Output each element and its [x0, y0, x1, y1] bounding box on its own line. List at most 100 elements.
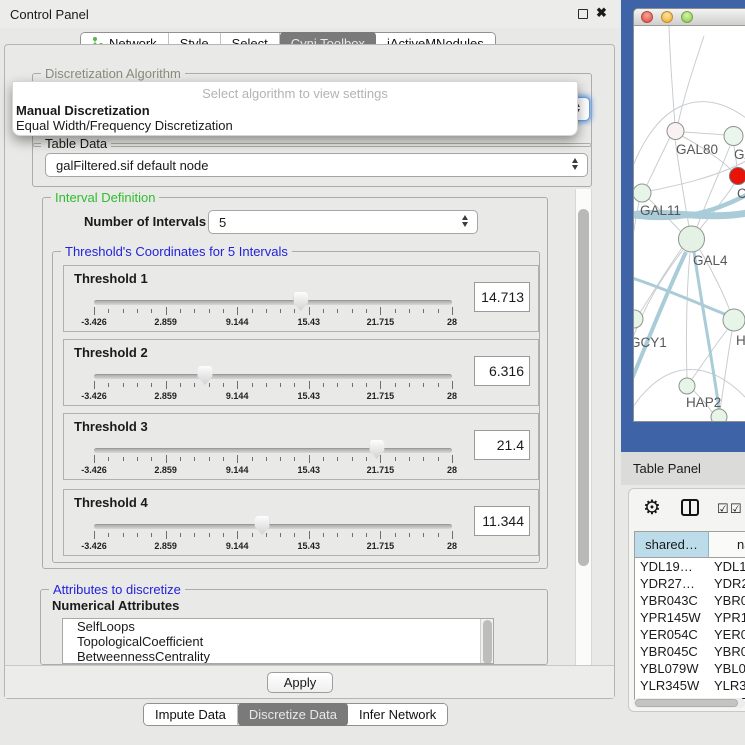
tick-mark — [280, 457, 281, 461]
network-node[interactable] — [679, 226, 705, 252]
scrollbar-thumb[interactable] — [635, 699, 738, 707]
network-edge[interactable] — [647, 137, 670, 185]
table-horizontal-scrollbar[interactable] — [633, 698, 745, 708]
tick-mark — [123, 383, 124, 387]
table-cell[interactable]: YPR14 — [709, 609, 745, 626]
split-view-icon[interactable] — [681, 499, 699, 516]
table-cell[interactable]: YDL19 — [709, 558, 745, 575]
tab-label: Impute Data — [155, 704, 226, 725]
table-data-combobox[interactable]: galFiltered.sif default node — [45, 153, 588, 177]
table-cell[interactable]: YBL07 — [709, 660, 745, 677]
network-edge[interactable] — [678, 36, 704, 124]
tick-label: 28 — [447, 465, 457, 475]
tab-infer-network[interactable]: Infer Network — [348, 704, 447, 725]
threshold-2-value-field[interactable]: 6.316 — [474, 356, 530, 386]
column-header-name[interactable]: na — [709, 532, 745, 557]
threshold-3-value-field[interactable]: 21.4 — [474, 430, 530, 460]
threshold-3-slider[interactable]: -3.4262.8599.14415.4321.71528 — [94, 438, 452, 478]
network-edge[interactable] — [669, 26, 675, 124]
minimize-traffic-light-icon[interactable] — [661, 11, 673, 23]
network-canvas[interactable]: GAL80GACGAL11GAL4GCY1HHAP2 — [634, 26, 745, 422]
table-cell[interactable]: YBR045C — [635, 643, 709, 660]
network-node[interactable] — [711, 409, 727, 422]
number-of-intervals-combobox[interactable]: 5 — [208, 210, 478, 234]
tick-label: 15.43 — [298, 541, 321, 551]
scrollbar-thumb[interactable] — [578, 209, 589, 566]
network-edge-highlighted[interactable] — [694, 252, 719, 409]
network-node[interactable] — [667, 123, 684, 140]
close-traffic-light-icon[interactable] — [641, 11, 653, 23]
tick-mark — [252, 309, 253, 313]
slider-track[interactable] — [94, 374, 452, 379]
column-header-shared-name[interactable]: shared… — [635, 532, 709, 557]
tick-mark — [452, 455, 453, 463]
tick-mark — [323, 533, 324, 537]
network-edge-highlighted[interactable] — [634, 276, 727, 315]
table-cell[interactable]: YDR27… — [635, 575, 709, 592]
network-edge[interactable] — [683, 132, 725, 135]
attribute-list-item[interactable]: TopologicalCoefficient — [63, 634, 493, 649]
tick-mark — [151, 383, 152, 387]
table-cell[interactable]: YER05 — [709, 626, 745, 643]
table-row[interactable]: YLR345WYLR34 — [635, 677, 745, 694]
table-row[interactable]: YBL079WYBL07 — [635, 660, 745, 677]
tick-mark — [252, 457, 253, 461]
threshold-label: Threshold 1 — [74, 271, 148, 286]
checkbox-icon[interactable]: ☑ — [717, 501, 729, 517]
zoom-traffic-light-icon[interactable] — [681, 11, 693, 23]
network-edge[interactable] — [720, 331, 732, 410]
table-header-row: shared… na — [635, 532, 745, 558]
threshold-4-slider[interactable]: -3.4262.8599.14415.4321.71528 — [94, 514, 452, 554]
table-cell[interactable]: YPR145W — [635, 609, 709, 626]
slider-track[interactable] — [94, 300, 452, 305]
network-view-window[interactable]: GAL80GACGAL11GAL4GCY1HHAP2 — [633, 8, 745, 422]
table-cell[interactable]: YBR04 — [709, 643, 745, 660]
table-cell[interactable]: YDL19… — [635, 558, 709, 575]
network-node[interactable] — [634, 184, 651, 202]
slider-track[interactable] — [94, 448, 452, 453]
checkbox-icon[interactable]: ☑ — [730, 501, 742, 517]
table-cell[interactable]: YBR043C — [635, 592, 709, 609]
combo-value: 5 — [219, 215, 226, 230]
settings-scrollbar[interactable] — [575, 189, 592, 666]
table-cell[interactable]: YLR34 — [709, 677, 745, 694]
numerical-attributes-list[interactable]: SelfLoopsTopologicalCoefficientBetweenne… — [62, 618, 494, 664]
table-row[interactable]: YBR045CYBR04 — [635, 643, 745, 660]
threshold-1-slider[interactable]: -3.4262.8599.14415.4321.71528 — [94, 290, 452, 330]
attribute-list-item[interactable]: BetweennessCentrality — [63, 649, 493, 664]
slider-track[interactable] — [94, 524, 452, 529]
network-node[interactable] — [634, 310, 643, 328]
table-cell[interactable]: YLR345W — [635, 677, 709, 694]
table-row[interactable]: YDR27…YDR27 — [635, 575, 745, 592]
float-window-icon[interactable] — [578, 9, 588, 19]
gear-icon[interactable]: ⚙ — [643, 495, 661, 520]
attribute-list-item[interactable]: SelfLoops — [63, 619, 493, 634]
table-row[interactable]: YDL19…YDL19 — [635, 558, 745, 575]
table-row[interactable]: YPR145WYPR14 — [635, 609, 745, 626]
network-node[interactable] — [724, 127, 743, 146]
threshold-4-value-field[interactable]: 11.344 — [474, 506, 530, 536]
dropdown-option-equal-width-frequency[interactable]: Equal Width/Frequency Discretization — [16, 118, 233, 133]
apply-button[interactable]: Apply — [267, 672, 333, 693]
table-row[interactable]: YBR043CYBR04 — [635, 592, 745, 609]
attributes-scrollbar[interactable] — [480, 619, 493, 663]
network-node[interactable] — [679, 378, 695, 394]
combo-arrows-icon — [572, 158, 578, 170]
table-cell[interactable]: YER054C — [635, 626, 709, 643]
tab-impute-data[interactable]: Impute Data — [144, 704, 238, 725]
close-icon[interactable]: ✖ — [596, 5, 607, 21]
table-cell[interactable]: YBL079W — [635, 660, 709, 677]
table-cell[interactable]: YDR27 — [709, 575, 745, 592]
network-node[interactable] — [730, 168, 745, 185]
network-edge[interactable] — [686, 253, 690, 378]
tick-mark — [266, 383, 267, 387]
dropdown-option-manual-discretization[interactable]: Manual Discretization — [16, 103, 150, 118]
threshold-2-slider[interactable]: -3.4262.8599.14415.4321.71528 — [94, 364, 452, 404]
threshold-label: Threshold 4 — [74, 495, 148, 510]
threshold-1-value-field[interactable]: 14.713 — [474, 282, 530, 312]
table-row[interactable]: YER054CYER05 — [635, 626, 745, 643]
table-cell[interactable]: YBR04 — [709, 592, 745, 609]
network-node[interactable] — [723, 309, 745, 331]
tab-discretize-data[interactable]: Discretize Data — [238, 703, 348, 726]
network-window-titlebar[interactable] — [634, 9, 745, 26]
